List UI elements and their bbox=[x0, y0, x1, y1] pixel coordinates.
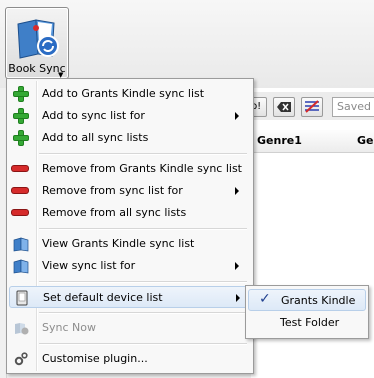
submenu-item-test-folder[interactable]: Test Folder bbox=[248, 312, 364, 334]
checkmark-icon: ✓ bbox=[259, 291, 271, 307]
submenu-item-label: Grants Kindle bbox=[281, 294, 356, 307]
submenu-arrow-icon bbox=[235, 187, 239, 195]
submenu-item-label: Test Folder bbox=[280, 316, 340, 329]
menu-item-add-to-grants-kindle[interactable]: Add to Grants Kindle sync list bbox=[9, 83, 249, 105]
add-icon bbox=[13, 86, 29, 102]
clear-icon[interactable] bbox=[273, 97, 295, 117]
saved-search-input[interactable]: Saved S bbox=[332, 97, 374, 117]
book-sync-icon bbox=[17, 19, 59, 59]
menu-item-label: Sync Now bbox=[42, 321, 96, 334]
toolbar: Book Sync ▼ bbox=[0, 0, 374, 89]
menu-item-set-default-device-list[interactable]: Set default device list bbox=[9, 286, 251, 308]
menu-separator bbox=[39, 281, 247, 283]
menu-item-label: View Grants Kindle sync list bbox=[42, 237, 195, 250]
menu-item-remove-from-sync-list-for[interactable]: Remove from sync list for bbox=[9, 180, 249, 202]
add-icon bbox=[13, 130, 29, 146]
menu-separator bbox=[39, 312, 247, 314]
column-genre1[interactable]: Genre1 bbox=[257, 134, 302, 147]
default-device-submenu: ✓ Grants Kindle Test Folder bbox=[245, 285, 369, 339]
column-genre2[interactable]: Genr bbox=[357, 134, 374, 147]
menu-item-label: Customise plugin... bbox=[42, 352, 148, 365]
menu-item-label: Remove from Grants Kindle sync list bbox=[42, 162, 242, 175]
book-icon bbox=[13, 237, 29, 252]
menu-item-remove-from-grants-kindle[interactable]: Remove from Grants Kindle sync list bbox=[9, 158, 249, 180]
menu-item-label: Remove from all sync lists bbox=[42, 206, 187, 219]
menu-item-label: View sync list for bbox=[42, 259, 136, 272]
menu-item-add-to-all-sync-lists[interactable]: Add to all sync lists bbox=[9, 127, 249, 149]
submenu-arrow-icon bbox=[236, 294, 240, 302]
sync-icon bbox=[15, 323, 29, 335]
search-bar: p! Saved S bbox=[245, 92, 374, 120]
book-sync-menu: Add to Grants Kindle sync list Add to sy… bbox=[6, 78, 254, 374]
menu-item-label: Add to sync list for bbox=[42, 109, 145, 122]
submenu-arrow-icon bbox=[235, 262, 239, 270]
menu-item-label: Add to all sync lists bbox=[42, 131, 149, 144]
menu-item-label: Set default device list bbox=[43, 291, 163, 304]
add-icon bbox=[13, 108, 29, 124]
column-header-row: Genre1 Genr bbox=[251, 130, 374, 153]
remove-icon bbox=[12, 210, 28, 215]
device-icon bbox=[16, 290, 28, 306]
menu-item-remove-from-all-sync-lists[interactable]: Remove from all sync lists bbox=[9, 202, 249, 224]
remove-icon bbox=[12, 188, 28, 193]
menu-item-add-to-sync-list-for[interactable]: Add to sync list for bbox=[9, 105, 249, 127]
book-icon bbox=[13, 259, 29, 274]
menu-item-label: Add to Grants Kindle sync list bbox=[42, 87, 205, 100]
menu-item-label: Remove from sync list for bbox=[42, 184, 183, 197]
highlight-toggle-icon[interactable] bbox=[301, 97, 323, 117]
menu-item-view-sync-list-for[interactable]: View sync list for bbox=[9, 255, 249, 277]
menu-item-view-grants-kindle[interactable]: View Grants Kindle sync list bbox=[9, 233, 249, 255]
menu-separator bbox=[39, 343, 247, 345]
menu-item-sync-now: Sync Now bbox=[9, 317, 249, 339]
submenu-arrow-icon bbox=[235, 112, 239, 120]
book-sync-button[interactable]: Book Sync ▼ bbox=[5, 7, 69, 79]
submenu-item-grants-kindle[interactable]: ✓ Grants Kindle bbox=[248, 289, 366, 311]
menu-item-customise-plugin[interactable]: Customise plugin... bbox=[9, 348, 249, 370]
menu-separator bbox=[39, 228, 247, 230]
menu-separator bbox=[39, 153, 247, 155]
remove-icon bbox=[12, 166, 28, 171]
gear-icon bbox=[14, 352, 28, 366]
